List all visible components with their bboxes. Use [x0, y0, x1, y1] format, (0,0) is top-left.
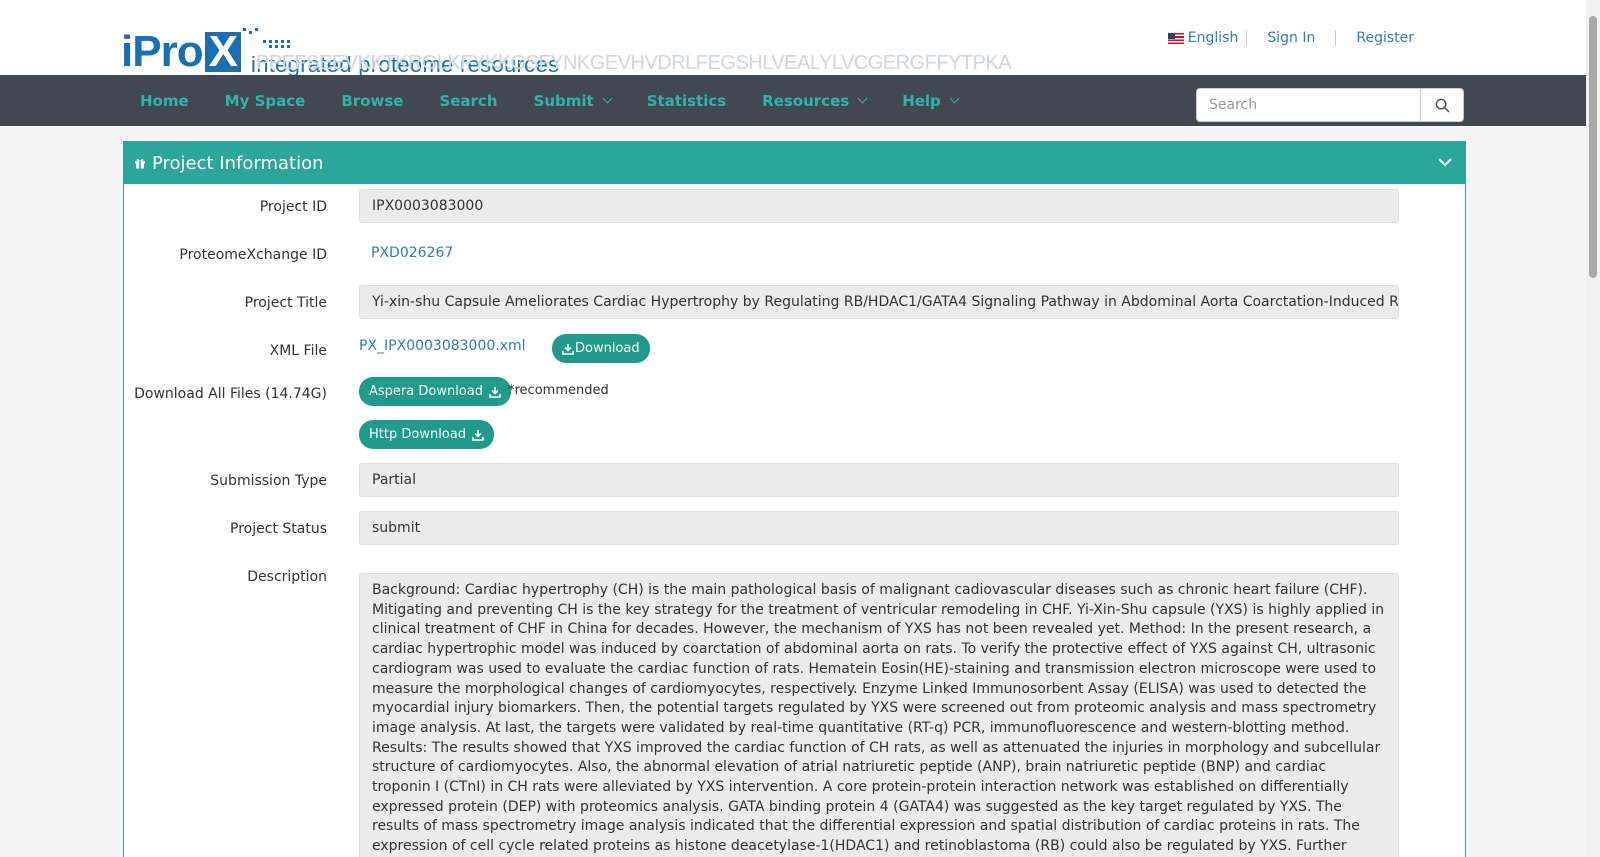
- logo-sequence-watermark: PPEFSEEVKKTKRGLKFYKKGSFYNKGEVHVDRLFEGSHL…: [256, 52, 1012, 74]
- project-id-field: IPX0003083000: [359, 189, 1399, 223]
- nav-search[interactable]: Search: [421, 75, 515, 126]
- chevron-down-icon: [949, 93, 960, 104]
- gift-icon: [135, 159, 145, 169]
- description-label: Description: [247, 569, 327, 585]
- sign-in-link[interactable]: Sign In: [1247, 30, 1337, 46]
- top-header: iPro X integrated proteome resources PPEF…: [0, 0, 1600, 77]
- aspera-download-button[interactable]: Aspera Download: [359, 377, 511, 406]
- top-links: English Sign In Register: [1167, 30, 1434, 46]
- nav-browse[interactable]: Browse: [323, 75, 421, 126]
- proteomexchange-id-link[interactable]: PXD026267: [371, 245, 453, 261]
- search-button[interactable]: [1421, 88, 1464, 122]
- http-download-button[interactable]: Http Download: [359, 420, 494, 449]
- logo-dots-icon: [243, 28, 290, 48]
- proteomexchange-id-label: ProteomeXchange ID: [179, 247, 327, 263]
- nav-my-space[interactable]: My Space: [207, 75, 324, 126]
- search-icon: [1435, 98, 1449, 112]
- project-information-panel: Project Information Project ID IPX000308…: [123, 141, 1466, 857]
- recommended-note: *recommended: [508, 383, 609, 398]
- nav-statistics[interactable]: Statistics: [629, 75, 744, 126]
- download-icon: [562, 343, 574, 355]
- chevron-down-icon: [857, 93, 868, 104]
- search-input[interactable]: [1196, 88, 1421, 122]
- nav-submit[interactable]: Submit: [516, 75, 629, 126]
- xml-file-link[interactable]: PX_IPX0003083000.xml: [359, 338, 526, 354]
- project-status-field: submit: [359, 511, 1399, 545]
- submission-type-field: Partial: [359, 463, 1399, 497]
- nav-search-box: [1196, 88, 1464, 122]
- main-navbar: Home My Space Browse Search Submit Stati…: [0, 75, 1600, 126]
- project-title-label: Project Title: [244, 295, 327, 311]
- xml-file-label: XML File: [269, 343, 327, 359]
- download-icon: [489, 386, 501, 398]
- project-title-field: Yi-xin-shu Capsule Ameliorates Cardiac H…: [359, 285, 1399, 319]
- chevron-down-icon[interactable]: [1437, 154, 1453, 170]
- page-scrollbar[interactable]: [1586, 0, 1600, 857]
- language-selector[interactable]: English: [1167, 30, 1248, 46]
- project-id-label: Project ID: [259, 199, 327, 215]
- chevron-down-icon: [602, 93, 613, 104]
- description-field: Background: Cardiac hypertrophy (CH) is …: [359, 573, 1399, 857]
- xml-download-button[interactable]: Download: [552, 334, 650, 363]
- us-flag-icon: [1167, 32, 1184, 44]
- download-all-label: Download All Files (14.74G): [134, 386, 327, 402]
- nav-home[interactable]: Home: [122, 75, 207, 126]
- nav-items: Home My Space Browse Search Submit Stati…: [122, 75, 976, 126]
- logo-wordmark: iPro X: [121, 30, 241, 74]
- submission-type-label: Submission Type: [210, 473, 327, 489]
- language-label: English: [1187, 30, 1239, 46]
- nav-help[interactable]: Help: [884, 75, 976, 126]
- download-icon: [472, 429, 484, 441]
- nav-resources[interactable]: Resources: [744, 75, 884, 126]
- project-status-label: Project Status: [230, 521, 327, 537]
- panel-heading[interactable]: Project Information: [124, 142, 1465, 184]
- register-link[interactable]: Register: [1336, 30, 1434, 46]
- scrollbar-thumb[interactable]: [1589, 16, 1597, 278]
- panel-title: Project Information: [152, 152, 324, 174]
